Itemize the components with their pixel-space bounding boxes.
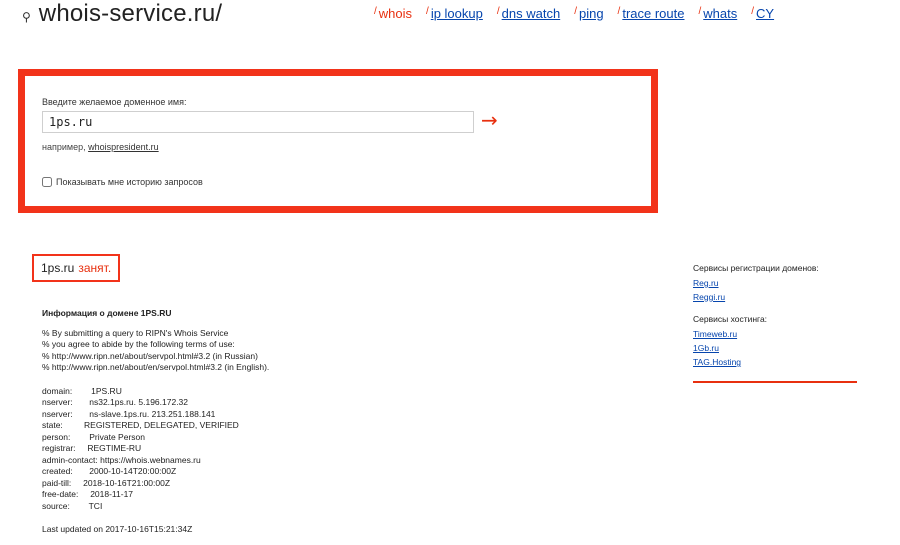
submit-arrow-icon[interactable]: → (481, 110, 498, 130)
record-line: created: 2000-10-14T20:00:00Z (42, 466, 177, 476)
top-nav: / whois / ip lookup / dns watch / ping / trac… (374, 6, 788, 21)
record-line: domain: 1PS.RU (42, 385, 122, 396)
record-line: registrar: REGTIME-RU (42, 443, 142, 453)
nav-item-cy[interactable]: / CY (751, 6, 774, 21)
domain-status: 1ps.ru занят. (32, 254, 121, 282)
hosting-heading: Сервисы хостинга: (693, 314, 768, 324)
nav-item-dns-watch[interactable]: / dns watch (497, 6, 560, 21)
nav-item-trace-route[interactable]: / trace route (618, 6, 685, 21)
history-checkbox[interactable] (42, 177, 52, 187)
whois-info: Информация о домене 1PS.RU % By submitti… (42, 308, 269, 536)
nav-item-ip-lookup[interactable]: / ip lookup (426, 6, 483, 21)
site-logo[interactable]: ⚲ whois-service.ru/ (22, 0, 222, 28)
terms-block: % By submitting a query to RIPN's Whois … (42, 328, 269, 374)
record-line: nserver: ns32.1ps.ru. 5.196.172.32 (42, 397, 189, 407)
record-line: nserver: ns-slave.1ps.ru. 213.251.188.14… (42, 408, 216, 419)
info-title: Информация о домене 1PS.RU (42, 308, 172, 318)
terms-line: % you agree to abide by the following te… (42, 339, 235, 349)
example-link[interactable]: whoispresident.ru (88, 142, 159, 152)
hosting-link-1gb[interactable]: 1Gb.ru (693, 341, 857, 355)
terms-line: % http://www.ripn.net/about/en/servpol.h… (42, 362, 270, 372)
hosting-link-tag[interactable]: TAG.Hosting (693, 355, 857, 369)
registrar-link-reggi[interactable]: Reggi.ru (693, 290, 857, 304)
key-icon: ⚲ (22, 10, 31, 24)
records-block: domain: 1PS.RU nserver: ns32.1ps.ru. 5.1… (42, 386, 269, 513)
registrars-group: Сервисы регистрации доменов: Reg.ru Regg… (693, 263, 857, 304)
record-line: source: TCI (42, 500, 103, 511)
nav-item-whats[interactable]: / whats (698, 6, 737, 21)
record-line: free-date: 2018-11-17 (42, 489, 134, 499)
record-line: state: REGISTERED, DELEGATED, VERIFIED (42, 420, 239, 430)
terms-line: % By submitting a query to RIPN's Whois … (42, 327, 229, 338)
history-toggle[interactable]: Показывать мне историю запросов (42, 177, 203, 187)
record-line: paid-till: 2018-10-16T21:00:00Z (42, 477, 171, 488)
sidebar: Сервисы регистрации доменов: Reg.ru Regg… (693, 263, 857, 379)
record-line: person: Private Person (42, 431, 145, 442)
registrar-link-reg[interactable]: Reg.ru (693, 276, 857, 290)
hosting-group: Сервисы хостинга: Timeweb.ru 1Gb.ru TAG.… (693, 314, 857, 369)
sidebar-divider (693, 381, 857, 383)
status-badge: занят. (78, 261, 112, 275)
last-updated: Last updated on 2017-10-16T15:21:34Z (42, 524, 193, 534)
history-label: Показывать мне историю запросов (56, 177, 203, 187)
domain-input[interactable] (42, 111, 474, 133)
search-form: Введите желаемое доменное имя: → наприме… (18, 69, 658, 213)
hosting-link-timeweb[interactable]: Timeweb.ru (693, 327, 857, 341)
record-line: admin-contact: https://whois.webnames.ru (42, 454, 201, 465)
status-domain: 1ps.ru (41, 261, 75, 275)
terms-line: % http://www.ripn.net/about/servpol.html… (42, 350, 258, 361)
registrars-heading: Сервисы регистрации доменов: (693, 263, 819, 273)
nav-item-whois[interactable]: / whois (374, 6, 412, 21)
example-hint: например, whoispresident.ru (42, 142, 159, 152)
nav-item-ping[interactable]: / ping (574, 6, 603, 21)
site-title: whois-service.ru/ (38, 0, 223, 27)
search-label: Введите желаемое доменное имя: (42, 97, 187, 107)
